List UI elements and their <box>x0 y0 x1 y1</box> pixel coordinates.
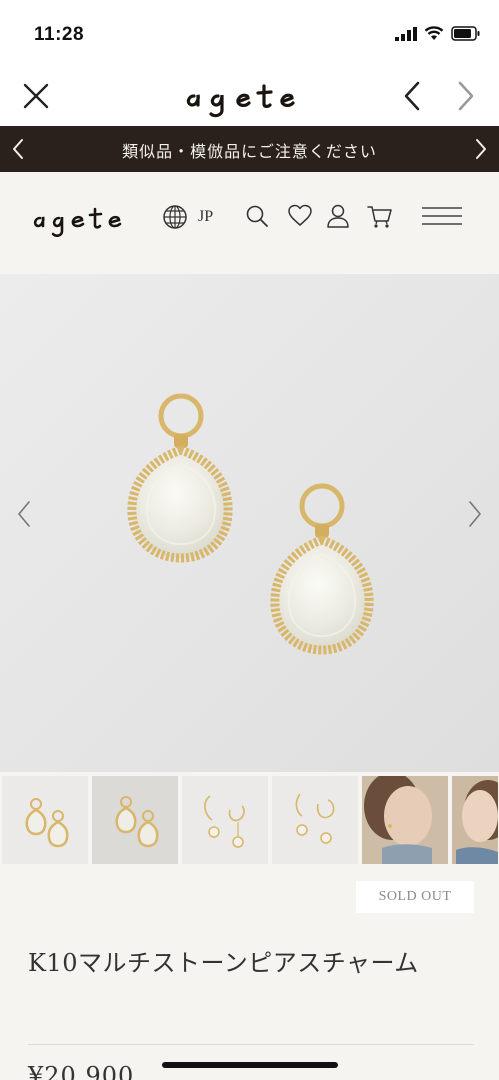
thumbnail-model-image <box>362 776 448 864</box>
thumbnail[interactable] <box>362 776 448 864</box>
language-selector[interactable]: JP <box>198 208 213 226</box>
thumbnail-image <box>25 798 69 848</box>
thumbnail[interactable] <box>182 776 268 864</box>
divider <box>28 1044 474 1045</box>
product-title: K10マルチストーンピアスチャーム <box>28 949 419 977</box>
status-bar: 11:28 <box>0 0 499 66</box>
thumbnail[interactable] <box>2 776 88 864</box>
thumbnail-image <box>295 793 335 844</box>
chevron-right-icon[interactable] <box>471 136 491 162</box>
thumbnail[interactable] <box>452 776 498 864</box>
thumbnail[interactable] <box>272 776 358 864</box>
cart-icon[interactable] <box>366 202 394 230</box>
thumbnail-image <box>115 796 159 848</box>
browser-forward-icon[interactable] <box>452 78 480 114</box>
site-logo[interactable] <box>28 196 138 240</box>
product-main-image[interactable] <box>0 274 499 772</box>
cellular-signal-icon <box>395 26 417 41</box>
battery-icon <box>451 26 480 41</box>
product-price: ¥20,900 <box>28 1062 135 1080</box>
thumbnail-active[interactable] <box>92 776 178 864</box>
status-time: 11:28 <box>34 24 85 45</box>
notice-banner[interactable]: 類似品・模倣品にご注意ください <box>0 126 499 172</box>
sold-out-badge: SOLD OUT <box>356 881 474 913</box>
image-prev-icon[interactable] <box>12 496 36 532</box>
image-next-icon[interactable] <box>463 496 487 532</box>
browser-toolbar <box>0 66 499 126</box>
close-icon[interactable] <box>20 80 52 112</box>
menu-icon[interactable] <box>420 202 464 230</box>
brand-logo <box>186 84 295 118</box>
home-indicator[interactable] <box>162 1062 338 1068</box>
wifi-icon <box>424 26 444 40</box>
status-icons <box>395 26 481 41</box>
thumbnail-image <box>204 795 245 848</box>
notice-text[interactable]: 類似品・模倣品にご注意ください <box>0 138 499 162</box>
thumbnail-model-image <box>452 776 498 864</box>
search-icon[interactable] <box>243 202 271 230</box>
user-icon[interactable] <box>324 202 352 230</box>
heart-icon[interactable] <box>286 202 314 230</box>
thumbnail-strip <box>0 776 499 866</box>
earring-charms-photo <box>127 393 374 655</box>
globe-icon[interactable] <box>162 204 188 230</box>
browser-back-icon[interactable] <box>398 78 426 114</box>
site-header: JP <box>0 172 499 274</box>
